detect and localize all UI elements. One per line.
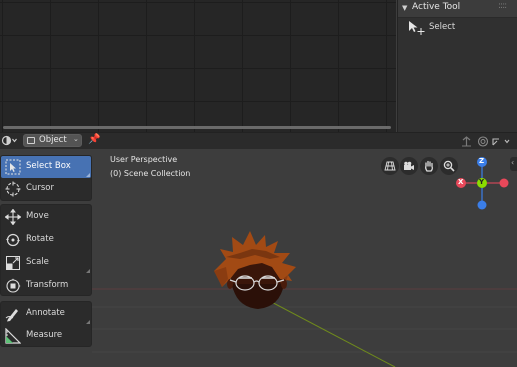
chevron-down-icon: ⌄ bbox=[73, 135, 79, 143]
camera-icon bbox=[404, 161, 414, 170]
tool-cursor[interactable]: Cursor bbox=[1, 178, 91, 200]
pin-icon[interactable]: 📌 bbox=[88, 134, 100, 145]
chevron-left-icon: ‹ bbox=[511, 158, 515, 167]
pan-view-button[interactable] bbox=[420, 157, 438, 175]
neg-z-axis-handle bbox=[477, 200, 487, 210]
active-tool-label[interactable]: Select bbox=[429, 22, 455, 32]
tool-label: Cursor bbox=[26, 183, 54, 193]
overlay-icon[interactable] bbox=[477, 136, 489, 147]
scale-icon bbox=[6, 256, 20, 270]
x-axis-label[interactable]: X bbox=[458, 178, 463, 186]
tool-scale[interactable]: Scale bbox=[1, 252, 91, 274]
tool-label: Transform bbox=[26, 280, 69, 290]
annotate-pencil-icon bbox=[5, 309, 18, 322]
neg-x-axis-handle bbox=[499, 178, 509, 188]
z-axis-label[interactable]: Z bbox=[479, 157, 484, 165]
gizmo-toggle-icon[interactable] bbox=[491, 136, 513, 147]
tool-select-box[interactable]: Select Box bbox=[1, 156, 91, 178]
tool-annotate[interactable]: Annotate bbox=[1, 303, 91, 325]
character-head-model bbox=[214, 231, 296, 309]
camera-view-button[interactable] bbox=[400, 157, 418, 175]
viewport-header: Object ⌄ 📌 bbox=[0, 132, 517, 150]
zoom-view-button[interactable] bbox=[440, 157, 458, 175]
tool-label: Scale bbox=[26, 257, 49, 267]
zoom-icon bbox=[443, 160, 455, 172]
tool-measure[interactable]: Measure bbox=[1, 325, 91, 347]
tool-label: Annotate bbox=[26, 308, 65, 318]
collapse-arrow-icon[interactable]: ▼ bbox=[402, 4, 407, 12]
submenu-indicator bbox=[86, 269, 90, 273]
drag-handle-icon[interactable]: :::: bbox=[498, 1, 507, 11]
toggle-perspective-button[interactable] bbox=[381, 157, 399, 175]
tool-label: Select Box bbox=[26, 161, 71, 171]
3d-viewport[interactable]: User Perspective (0) Scene Collection Z … bbox=[0, 149, 517, 367]
move-icon bbox=[5, 209, 21, 225]
sidebar-toggle[interactable]: ‹ bbox=[510, 157, 517, 171]
active-tool-panel: ▼ Active Tool :::: Select bbox=[397, 0, 517, 132]
hand-icon bbox=[425, 160, 433, 172]
object-mode-dropdown[interactable]: Object ⌄ bbox=[23, 134, 82, 147]
tool-label: Rotate bbox=[26, 234, 54, 244]
select-box-icon bbox=[5, 159, 21, 175]
measure-ruler-icon bbox=[5, 328, 21, 344]
tool-rotate[interactable]: Rotate bbox=[1, 229, 91, 251]
rotate-icon bbox=[6, 233, 20, 247]
tool-label: Measure bbox=[26, 330, 63, 340]
active-tool-panel-header[interactable]: ▼ Active Tool :::: bbox=[398, 0, 517, 18]
arrow-up-icon[interactable] bbox=[461, 136, 472, 147]
perspective-label: User Perspective bbox=[110, 155, 178, 164]
transform-icon bbox=[6, 278, 21, 293]
grid-icon bbox=[384, 161, 396, 171]
tool-label: Move bbox=[26, 211, 49, 221]
timeline-scrollbar[interactable] bbox=[3, 126, 391, 129]
submenu-indicator bbox=[86, 320, 90, 324]
cursor-icon bbox=[5, 181, 21, 197]
select-cursor-icon[interactable] bbox=[408, 20, 426, 36]
mode-label: Object bbox=[39, 135, 67, 145]
submenu-indicator bbox=[86, 173, 90, 177]
timeline-area[interactable] bbox=[0, 0, 396, 132]
collection-label: (0) Scene Collection bbox=[110, 169, 191, 178]
toolbar-annotate-group: Annotate Measure bbox=[0, 301, 92, 347]
active-tool-title: Active Tool bbox=[412, 2, 461, 12]
toolbar-transform-group: Move Rotate Scale Transform bbox=[0, 204, 92, 296]
tool-transform[interactable]: Transform bbox=[1, 275, 91, 297]
tool-move[interactable]: Move bbox=[1, 206, 91, 228]
toolbar-select-group: Select Box Cursor bbox=[0, 155, 92, 201]
editor-type-icon[interactable] bbox=[1, 135, 19, 146]
object-mode-icon bbox=[27, 137, 35, 144]
y-axis-label[interactable]: Y bbox=[479, 178, 484, 186]
